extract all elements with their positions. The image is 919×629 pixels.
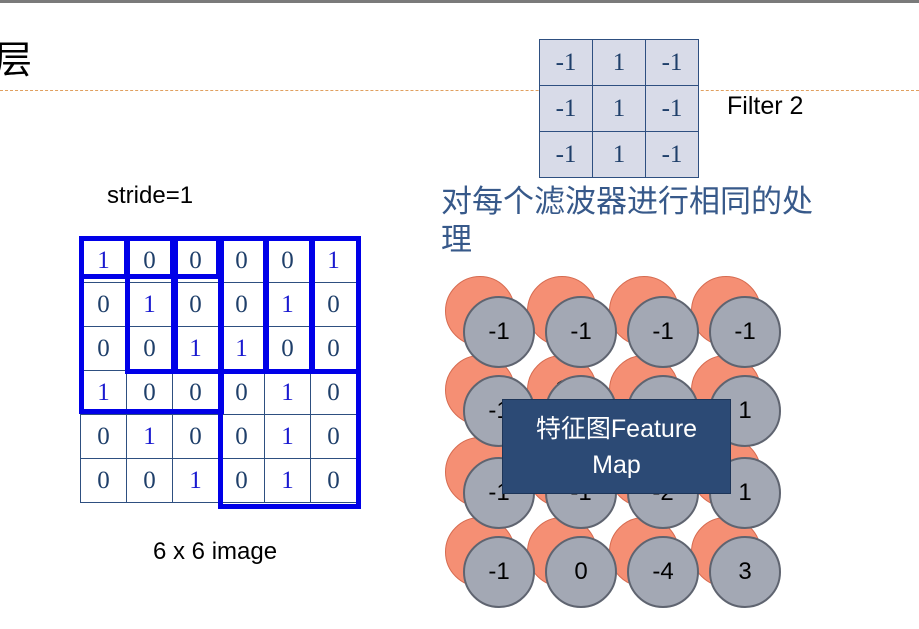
description-text: 对每个滤波器进行相同的处理 [441,184,813,258]
stride-window [171,236,224,374]
feature-map-node: -1 [627,296,699,368]
feature-map-node: 0 [545,536,617,608]
stride-window [310,236,361,374]
feature-map-label: 特征图Feature Map [535,414,698,479]
feature-map-node: -1 [709,296,781,368]
stride-label: stride=1 [107,182,194,209]
filter-cell: -1 [539,39,593,86]
image-cell: 0 [172,414,219,459]
stride-window [218,236,268,374]
feature-map-node: -1 [463,536,535,608]
feature-map-node: -1 [545,296,617,368]
filter-2-matrix: -1 1 -1 -1 1 -1 -1 1 -1 [539,39,699,178]
filter-cell: 1 [592,85,646,132]
image-cell: 1 [126,414,173,459]
stride-window [218,369,361,509]
slide-title: 层 [0,38,33,82]
filter-cell: -1 [539,85,593,132]
filter-cell: -1 [539,131,593,178]
filter-cell: 1 [592,39,646,86]
title-divider [0,90,919,91]
filter-cell: -1 [645,131,699,178]
feature-map-node: -4 [627,536,699,608]
image-cell: 0 [126,458,173,503]
filter-cell: 1 [592,131,646,178]
filter-label: Filter 2 [727,92,804,120]
stride-window [264,236,314,374]
feature-map-node: 3 [709,536,781,608]
image-cell: 0 [80,458,127,503]
feature-map-node: -1 [463,296,535,368]
image-cell: 1 [172,458,219,503]
image-label: 6 x 6 image [153,538,278,565]
filter-cell: -1 [645,85,699,132]
image-cell: 0 [80,414,127,459]
window-top-border [0,0,919,3]
feature-map-label-box: 特征图Feature Map [502,399,731,494]
filter-cell: -1 [645,39,699,86]
